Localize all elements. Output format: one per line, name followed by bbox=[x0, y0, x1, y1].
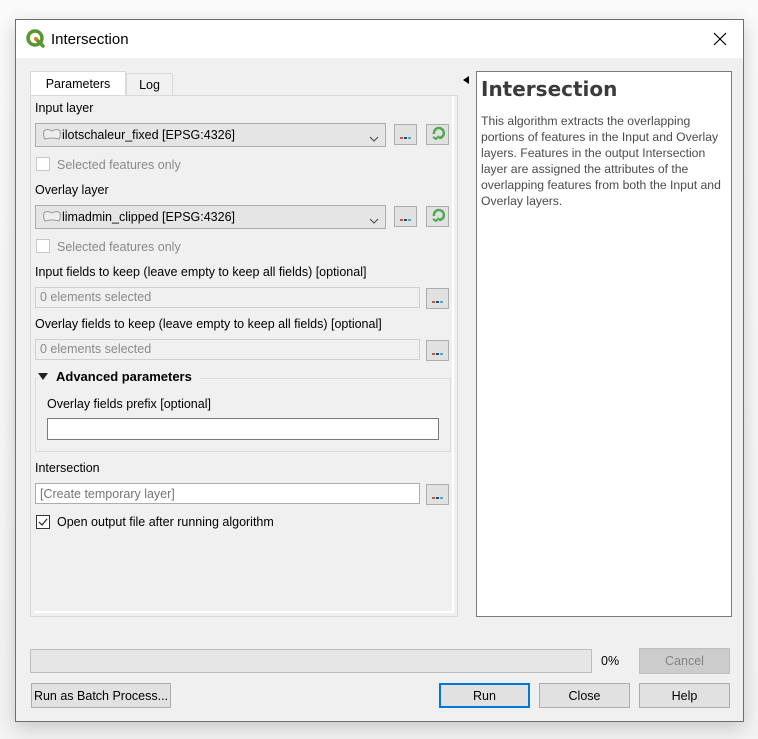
input-layer-combo[interactable]: ilotschaleur_fixed [EPSG:4326] bbox=[35, 123, 386, 147]
input-fields-browse-button[interactable] bbox=[426, 288, 449, 309]
input-layer-label: Input layer bbox=[35, 101, 94, 115]
title-bar: Intersection bbox=[16, 20, 743, 58]
output-layer-label: Intersection bbox=[35, 461, 100, 475]
advanced-parameters-group bbox=[35, 378, 451, 452]
output-layer-input[interactable] bbox=[35, 483, 420, 504]
run-button[interactable]: Run bbox=[439, 683, 530, 708]
tab-log-label: Log bbox=[139, 78, 160, 92]
input-layer-browse-button[interactable] bbox=[394, 124, 417, 145]
overlay-selected-only-checkbox[interactable] bbox=[36, 239, 50, 253]
input-layer-iterate-button[interactable] bbox=[426, 124, 449, 145]
ellipsis-icon bbox=[400, 137, 411, 139]
overlay-fields-selector[interactable]: 0 elements selected bbox=[35, 339, 420, 360]
polygon-layer-icon bbox=[42, 210, 62, 227]
cancel-button[interactable]: Cancel bbox=[639, 648, 730, 674]
input-selected-only-checkbox[interactable] bbox=[36, 157, 50, 171]
run-as-batch-button[interactable]: Run as Batch Process... bbox=[31, 683, 171, 708]
overlay-layer-iterate-button[interactable] bbox=[426, 206, 449, 227]
tab-log[interactable]: Log bbox=[126, 73, 173, 96]
overlay-layer-value: limadmin_clipped [EPSG:4326] bbox=[62, 210, 236, 224]
input-fields-label: Input fields to keep (leave empty to kee… bbox=[35, 265, 367, 279]
overlay-prefix-input[interactable] bbox=[47, 418, 439, 440]
ellipsis-icon bbox=[400, 219, 411, 221]
advanced-parameters-title: Advanced parameters bbox=[56, 369, 192, 384]
ellipsis-icon bbox=[432, 301, 443, 303]
close-icon[interactable] bbox=[697, 20, 743, 58]
overlay-selected-only-label: Selected features only bbox=[57, 240, 181, 254]
input-selected-only-label: Selected features only bbox=[57, 158, 181, 172]
window-title: Intersection bbox=[51, 31, 129, 48]
overlay-layer-browse-button[interactable] bbox=[394, 206, 417, 227]
intersection-dialog: Intersection Parameters Log Input layer … bbox=[15, 19, 744, 722]
chevron-down-icon bbox=[369, 131, 379, 145]
tab-parameters-label: Parameters bbox=[45, 77, 111, 91]
output-layer-browse-button[interactable] bbox=[426, 484, 449, 505]
checkmark-icon bbox=[38, 518, 48, 526]
refresh-icon bbox=[431, 126, 445, 143]
triangle-down-icon bbox=[38, 369, 48, 384]
help-button[interactable]: Help bbox=[639, 683, 730, 708]
qgis-logo-icon bbox=[26, 29, 46, 49]
overlay-fields-label: Overlay fields to keep (leave empty to k… bbox=[35, 317, 382, 331]
open-output-label: Open output file after running algorithm bbox=[57, 515, 274, 529]
advanced-parameters-toggle[interactable]: Advanced parameters bbox=[38, 369, 200, 384]
close-button[interactable]: Close bbox=[539, 683, 630, 708]
help-title: Intersection bbox=[481, 77, 618, 101]
open-output-checkbox[interactable] bbox=[36, 515, 50, 529]
ellipsis-icon bbox=[432, 353, 443, 355]
refresh-icon bbox=[431, 208, 445, 225]
ellipsis-icon bbox=[432, 497, 443, 499]
help-description: This algorithm extracts the overlapping … bbox=[481, 114, 721, 208]
overlay-prefix-label: Overlay fields prefix [optional] bbox=[47, 397, 211, 411]
input-layer-value: ilotschaleur_fixed [EPSG:4326] bbox=[62, 128, 236, 142]
input-fields-selector[interactable]: 0 elements selected bbox=[35, 287, 420, 308]
collapse-help-arrow-icon[interactable] bbox=[463, 73, 469, 87]
progress-bar bbox=[30, 649, 592, 673]
overlay-fields-browse-button[interactable] bbox=[426, 340, 449, 361]
progress-percent: 0% bbox=[601, 654, 620, 668]
help-panel: Intersection This algorithm extracts the… bbox=[476, 71, 732, 617]
tab-parameters[interactable]: Parameters bbox=[30, 71, 126, 96]
overlay-layer-label: Overlay layer bbox=[35, 183, 109, 197]
polygon-layer-icon bbox=[42, 128, 62, 145]
chevron-down-icon bbox=[369, 213, 379, 227]
overlay-layer-combo[interactable]: limadmin_clipped [EPSG:4326] bbox=[35, 205, 386, 229]
